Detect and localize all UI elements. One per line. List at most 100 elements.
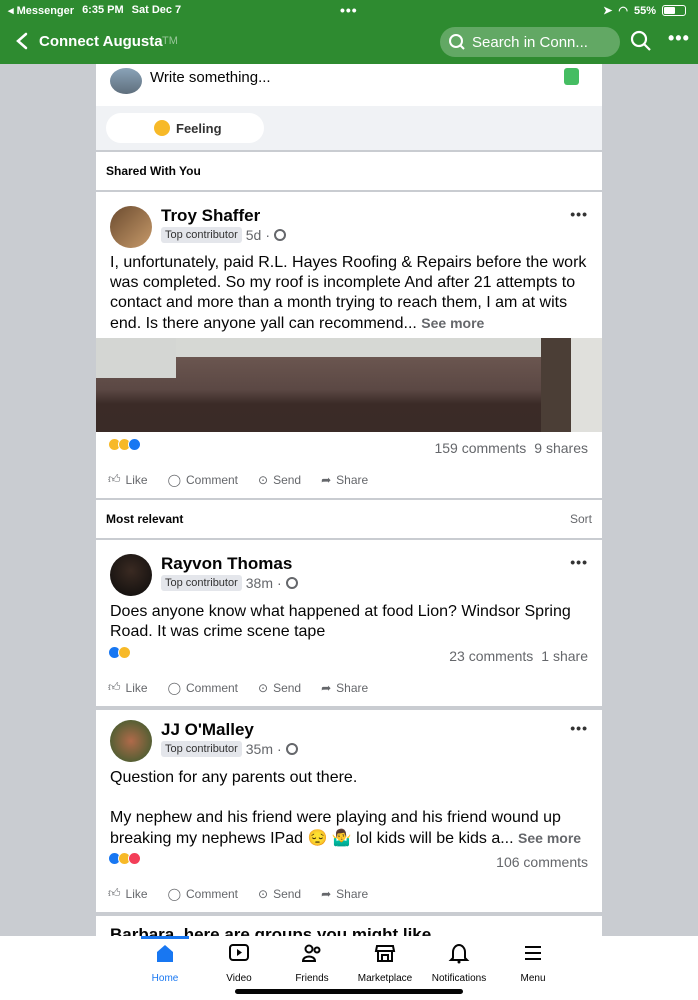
comment-button[interactable]: ◯ Comment	[168, 886, 238, 901]
share-button[interactable]: ➦ Share	[321, 680, 368, 695]
post-card: Rayvon Thomas Top contributor 38m · ••• D…	[96, 540, 602, 706]
group-feed[interactable]: Write something... Feeling Shared With Y…	[96, 64, 602, 936]
reaction-icons[interactable]	[108, 852, 141, 865]
section-header: Most relevant Sort	[96, 500, 602, 538]
tab-video[interactable]: Video	[199, 942, 279, 984]
tab-notifications[interactable]: Notifications	[419, 942, 499, 984]
thumbs-up-icon: 👍︎	[108, 886, 121, 900]
send-button[interactable]: ⊙ Send	[258, 886, 301, 901]
post-more-icon[interactable]: •••	[570, 720, 588, 736]
back-arrow-icon[interactable]	[12, 30, 34, 52]
post-text[interactable]: Question for any parents out there. My n…	[110, 768, 590, 849]
status-time: 6:35 PM	[82, 4, 124, 16]
battery-percent: 55%	[633, 4, 656, 17]
share-count[interactable]: 9 shares	[534, 440, 588, 456]
messenger-icon: ⊙	[258, 886, 269, 901]
wifi-icon: ◠	[618, 5, 628, 17]
post-text[interactable]: Does anyone know what happened at food L…	[110, 602, 590, 642]
video-icon	[229, 944, 249, 961]
post-time[interactable]: 35m	[246, 741, 273, 757]
tab-marketplace[interactable]: Marketplace	[345, 942, 425, 984]
see-more-link[interactable]: See more	[421, 315, 484, 331]
comment-bubble-icon: ◯	[167, 886, 181, 901]
thumbs-up-icon: 👍︎	[108, 472, 121, 486]
multitasking-dots-icon[interactable]: •••	[340, 2, 358, 18]
share-button[interactable]: ➦ Share	[321, 886, 368, 901]
send-button[interactable]: ⊙ Send	[258, 680, 301, 695]
top-contributor-badge: Top contributor	[161, 575, 242, 591]
comment-count[interactable]: 159 comments	[434, 440, 526, 456]
share-button[interactable]: ➦ Share	[321, 472, 368, 487]
avatar[interactable]	[110, 68, 142, 94]
post-time[interactable]: 38m	[246, 575, 273, 591]
top-contributor-badge: Top contributor	[161, 741, 242, 757]
friends-icon	[301, 944, 321, 962]
comment-count[interactable]: 106 comments	[496, 854, 588, 870]
comment-bubble-icon: ◯	[167, 472, 181, 487]
post-actions: 👍︎ Like ◯ Comment ⊙ Send ➦ Share	[96, 680, 602, 695]
group-search-input[interactable]: Search in Conn...	[440, 27, 620, 57]
post-more-icon[interactable]: •••	[570, 554, 588, 570]
section-header: Shared With You	[96, 152, 602, 190]
like-button[interactable]: 👍︎ Like	[108, 680, 148, 695]
search-placeholder: Search in Conn...	[472, 33, 588, 51]
bell-icon	[448, 943, 470, 964]
post-more-icon[interactable]: •••	[570, 206, 588, 222]
search-icon	[449, 34, 465, 50]
write-something-input[interactable]: Write something...	[150, 69, 271, 86]
back-to-app-link[interactable]: ◂ Messenger	[8, 4, 74, 17]
comment-count[interactable]: 23 comments	[449, 648, 533, 664]
post-time[interactable]: 5d	[246, 227, 262, 243]
group-title[interactable]: Connect Augusta	[39, 33, 163, 50]
post-card: Troy Shaffer Top contributor 5d · ••• I, …	[96, 192, 602, 498]
post-text[interactable]: I, unfortunately, paid R.L. Hayes Roofin…	[110, 253, 590, 334]
globe-icon	[274, 229, 287, 241]
send-button[interactable]: ⊙ Send	[258, 472, 301, 487]
feeling-button[interactable]: Feeling	[106, 113, 264, 143]
battery-icon	[662, 5, 686, 16]
smile-icon	[154, 120, 170, 136]
location-icon: ➤	[603, 5, 613, 17]
share-count[interactable]: 1 share	[541, 648, 588, 664]
share-arrow-icon: ➦	[321, 886, 332, 901]
avatar[interactable]	[110, 720, 152, 762]
post-author[interactable]: JJ O'Malley	[161, 720, 254, 740]
messenger-icon: ⊙	[258, 472, 269, 487]
photo-icon[interactable]	[564, 68, 579, 85]
reaction-icons[interactable]	[108, 646, 131, 659]
like-button[interactable]: 👍︎ Like	[108, 886, 148, 901]
see-more-link[interactable]: See more	[518, 830, 581, 846]
home-icon	[157, 945, 173, 962]
globe-icon	[285, 743, 298, 755]
section-title: Most relevant	[106, 512, 184, 526]
post-card: JJ O'Malley Top contributor 35m · ••• Que…	[96, 710, 602, 912]
post-composer: Write something... Feeling	[96, 64, 602, 150]
post-author[interactable]: Troy Shaffer	[161, 206, 260, 226]
post-author[interactable]: Rayvon Thomas	[161, 554, 292, 574]
share-arrow-icon: ➦	[321, 472, 332, 487]
avatar[interactable]	[110, 206, 152, 248]
suggested-groups-card: Barbara, here are groups you might like	[96, 916, 602, 936]
reaction-icons[interactable]	[108, 438, 141, 451]
top-contributor-badge: Top contributor	[161, 227, 242, 243]
post-image[interactable]	[96, 338, 602, 432]
comment-bubble-icon: ◯	[167, 680, 181, 695]
tab-home[interactable]: Home	[125, 942, 205, 984]
tab-friends[interactable]: Friends	[272, 942, 352, 984]
home-indicator[interactable]	[235, 989, 463, 994]
comment-button[interactable]: ◯ Comment	[168, 472, 238, 487]
tab-menu[interactable]: Menu	[493, 942, 573, 984]
comment-button[interactable]: ◯ Comment	[168, 680, 238, 695]
search-icon[interactable]	[630, 30, 652, 52]
avatar[interactable]	[110, 554, 152, 596]
sort-button[interactable]: Sort	[570, 512, 592, 526]
marketplace-icon	[374, 945, 396, 962]
section-title: Shared With You	[106, 164, 201, 178]
title-suffix: TM	[162, 35, 178, 47]
status-date: Sat Dec 7	[131, 4, 182, 16]
like-button[interactable]: 👍︎ Like	[108, 472, 148, 487]
post-actions: 👍︎ Like ◯ Comment ⊙ Send ➦ Share	[96, 886, 602, 901]
more-options-icon[interactable]: •••	[668, 28, 690, 49]
globe-icon	[285, 577, 298, 589]
app-header: ◂ Messenger 6:35 PM Sat Dec 7 ••• ➤ ◠ 55…	[0, 0, 698, 64]
